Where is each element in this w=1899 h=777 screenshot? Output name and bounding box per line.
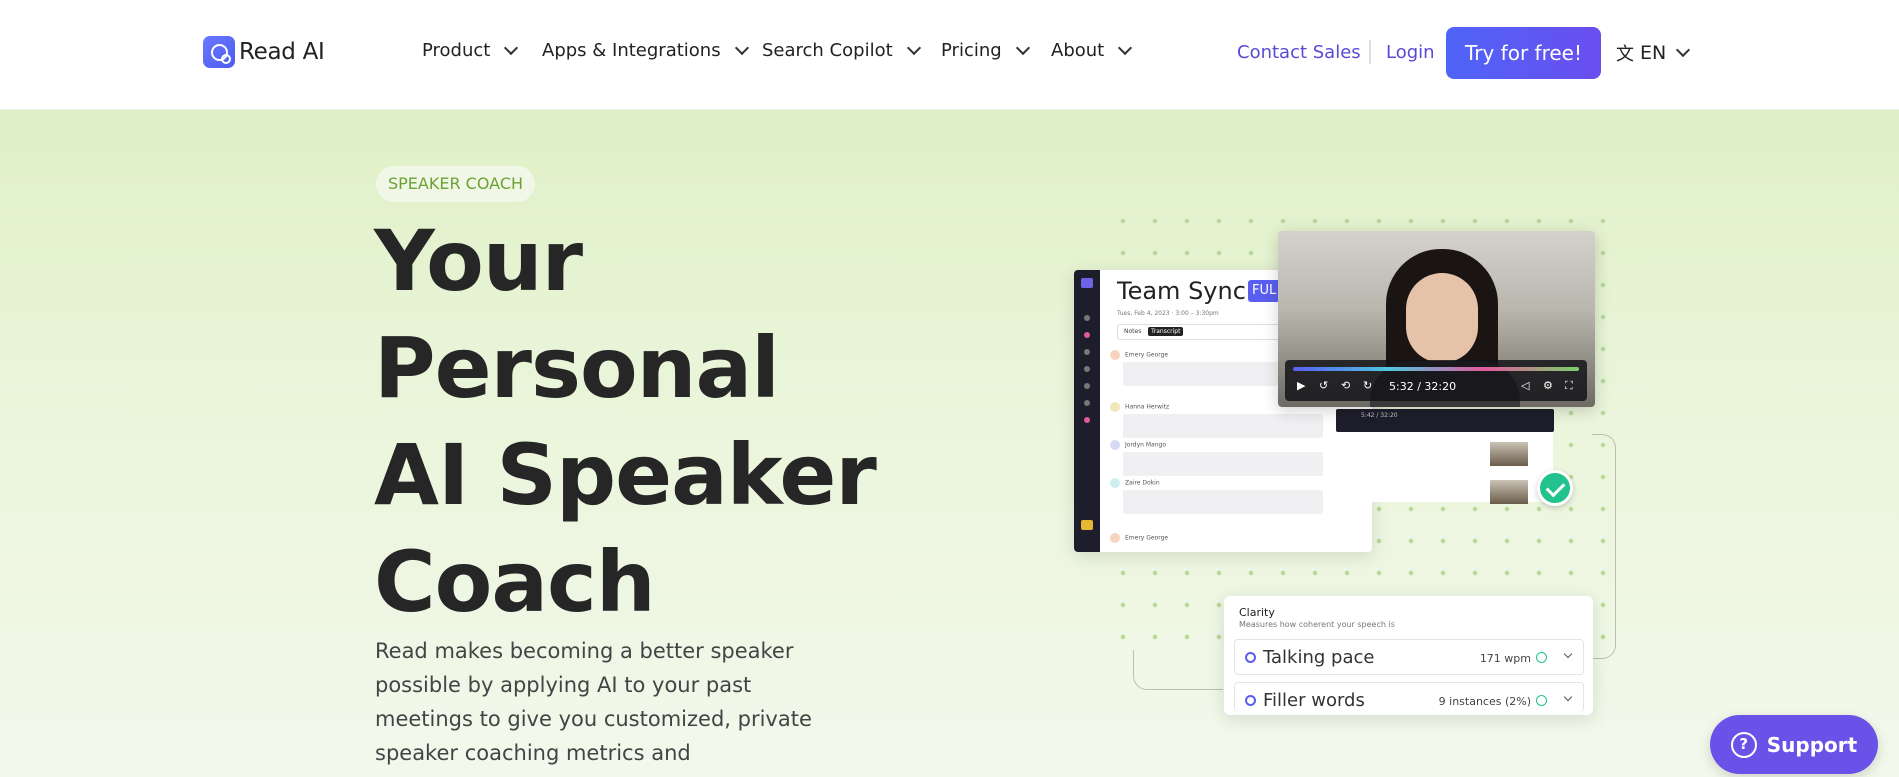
chevron-down-icon xyxy=(1676,42,1691,58)
support-label: Support xyxy=(1766,732,1858,757)
user-avatar-icon xyxy=(1081,520,1093,530)
login-link[interactable]: Login xyxy=(1386,42,1435,63)
highlight-list xyxy=(1335,432,1553,504)
chevron-down-icon xyxy=(1015,40,1030,55)
hero-subtext: Read makes becoming a better speaker pos… xyxy=(375,639,812,765)
read-ai-logo-icon xyxy=(203,36,235,68)
chevron-down-icon xyxy=(504,40,519,55)
video-controls: ▶ ↺ ⟲ ↻ 5:32 / 32:20 ◁ ⚙ ⛶ xyxy=(1285,360,1587,401)
video-thumbnail xyxy=(1490,442,1528,466)
logo-text: Read AI xyxy=(239,39,325,65)
try-for-free-button[interactable]: Try for free! xyxy=(1446,27,1601,79)
video-time: 5:32 / 32:20 xyxy=(1389,380,1457,393)
app-logo-icon xyxy=(1081,278,1093,288)
chevron-down-icon xyxy=(734,40,749,55)
speaker-face xyxy=(1406,273,1478,363)
metric-card-description: Measures how coherent your speech is xyxy=(1239,620,1395,629)
section-badge: SPEAKER COACH xyxy=(376,166,536,202)
check-icon xyxy=(1536,695,1547,706)
transcript-text-block xyxy=(1123,414,1323,438)
chevron-down-icon xyxy=(1118,40,1133,55)
meeting-title: Team Sync xyxy=(1117,277,1246,305)
sidebar-icon xyxy=(1084,383,1090,389)
transcript-text-block xyxy=(1123,452,1323,476)
clarity-metrics-card: Clarity Measures how coherent your speec… xyxy=(1224,596,1593,715)
avatar xyxy=(1110,440,1120,450)
transcript-speaker: Zaire Dokin xyxy=(1110,478,1160,488)
speedometer-icon xyxy=(1245,652,1256,663)
volume-icon: ◁ xyxy=(1521,379,1530,392)
language-selector[interactable]: 文 EN xyxy=(1616,40,1691,66)
replay-icon: ⟲ xyxy=(1341,379,1351,392)
nav-item-product[interactable]: Product xyxy=(422,40,519,61)
headline-line: AI Speaker xyxy=(374,426,877,524)
meeting-date: Tues, Feb 4, 2023 · 3:00 – 3:30pm xyxy=(1117,310,1219,317)
nav-item-pricing[interactable]: Pricing xyxy=(941,40,1030,61)
metric-label: Filler words xyxy=(1263,690,1365,711)
nav-divider xyxy=(1369,40,1371,64)
sidebar-icon xyxy=(1084,315,1090,321)
question-icon: ? xyxy=(1730,731,1757,758)
connector-line xyxy=(1592,434,1616,659)
meeting-badge: FUL xyxy=(1248,280,1281,302)
sidebar-icon xyxy=(1084,332,1090,338)
sidebar-icon xyxy=(1084,349,1090,355)
check-icon xyxy=(1536,652,1547,663)
settings-icon: ⚙ xyxy=(1543,379,1553,392)
chevron-down-icon xyxy=(1563,649,1573,659)
play-icon: ▶ xyxy=(1297,379,1306,392)
avatar xyxy=(1110,350,1120,360)
chat-icon xyxy=(1245,695,1256,706)
nav-item-search-copilot[interactable]: Search Copilot xyxy=(762,40,921,61)
transcript-text-block xyxy=(1123,490,1323,514)
mini-player-time: 5:42 / 32:20 xyxy=(1361,412,1398,419)
metric-value: 171 wpm xyxy=(1479,652,1531,665)
avatar xyxy=(1110,478,1120,488)
nav-item-label: Apps & Integrations xyxy=(542,40,721,61)
nav-item-apps-integrations[interactable]: Apps & Integrations xyxy=(542,40,749,61)
connector-line xyxy=(1133,650,1223,690)
video-progress-bar xyxy=(1293,367,1579,371)
sidebar-icon xyxy=(1084,400,1090,406)
rewind-icon: ↺ xyxy=(1319,379,1329,392)
metric-row-talking-pace: Talking pace 171 wpm xyxy=(1234,639,1584,675)
metric-label: Talking pace xyxy=(1263,647,1375,668)
avatar xyxy=(1110,533,1120,543)
tab-transcript: Transcript xyxy=(1148,327,1184,336)
nav-item-label: Product xyxy=(422,40,491,61)
translate-icon: 文 xyxy=(1616,44,1634,65)
sidebar-icon xyxy=(1084,417,1090,423)
headline-line: Your xyxy=(374,212,583,310)
transcript-speaker: Emery George xyxy=(1110,533,1168,543)
nav-item-label: Pricing xyxy=(941,40,1002,61)
fullscreen-icon: ⛶ xyxy=(1565,379,1573,392)
nav-item-about[interactable]: About xyxy=(1051,40,1133,61)
transcript-speaker: Jordyn Mango xyxy=(1110,440,1166,450)
tab-notes: Notes xyxy=(1124,328,1142,335)
app-sidebar xyxy=(1074,270,1100,552)
support-button[interactable]: ? Support xyxy=(1710,715,1878,774)
transcript-speaker: Hanna Herwitz xyxy=(1110,402,1169,412)
sidebar-icon xyxy=(1084,366,1090,372)
check-circle-icon xyxy=(1537,470,1573,506)
language-label: EN xyxy=(1640,42,1667,64)
metric-row-filler-words: Filler words 9 instances (2%) xyxy=(1234,682,1584,712)
metric-card-title: Clarity xyxy=(1239,606,1275,619)
logo[interactable]: Read AI xyxy=(203,36,325,68)
video-thumbnail xyxy=(1490,480,1528,504)
avatar xyxy=(1110,402,1120,412)
metric-value: 9 instances (2%) xyxy=(1438,695,1531,708)
chevron-down-icon xyxy=(906,40,921,55)
hero-headline: Your Personal AI Speaker Coach xyxy=(374,208,894,636)
headline-line: Coach xyxy=(374,533,656,631)
chevron-down-icon xyxy=(1563,692,1573,702)
forward-icon: ↻ xyxy=(1363,379,1373,392)
contact-sales-link[interactable]: Contact Sales xyxy=(1237,42,1361,63)
transcript-speaker: Emery George xyxy=(1110,350,1168,360)
nav-item-label: About xyxy=(1051,40,1105,61)
nav-item-label: Search Copilot xyxy=(762,40,893,61)
video-preview: ▶ ↺ ⟲ ↻ 5:32 / 32:20 ◁ ⚙ ⛶ xyxy=(1278,231,1595,407)
headline-line: Personal xyxy=(374,319,780,417)
top-nav: Read AI Product Apps & Integrations Sear… xyxy=(0,0,1899,110)
